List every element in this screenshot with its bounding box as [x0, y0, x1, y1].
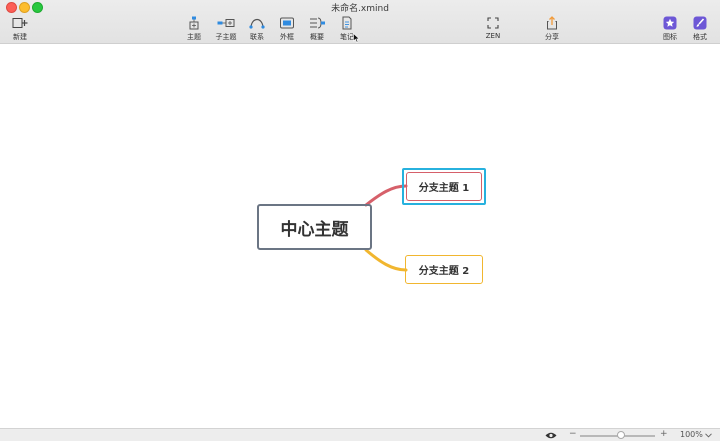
format-button[interactable]: 格式: [684, 16, 716, 42]
fullscreen-icon: [484, 16, 502, 30]
relationship-icon: [248, 16, 266, 30]
zen-button[interactable]: ZEN: [477, 16, 509, 42]
chevron-down-icon[interactable]: [705, 433, 712, 438]
status-bar: − + 100%: [0, 428, 720, 441]
subtopic-1-label: 分支主题 1: [418, 183, 470, 194]
zoom-slider-handle[interactable]: [617, 431, 625, 439]
subtopic-button[interactable]: 子主题: [210, 16, 242, 42]
eye-icon[interactable]: [545, 431, 557, 440]
subtopic-icon: [217, 16, 235, 30]
subtopic-2[interactable]: 分支主题 2: [405, 255, 483, 284]
subtopic-1[interactable]: 分支主题 1: [406, 172, 482, 201]
boundary-button[interactable]: 外框: [271, 16, 303, 42]
new-button[interactable]: 新建: [4, 16, 36, 42]
notes-icon: [338, 16, 356, 30]
zoom-out-button[interactable]: −: [569, 429, 577, 439]
new-sheet-icon: [11, 16, 29, 30]
share-icon: [543, 16, 561, 30]
topic-icon: [185, 16, 203, 30]
boundary-icon: [278, 16, 296, 30]
icons-button[interactable]: 图标: [654, 16, 686, 42]
relationship-button[interactable]: 联系: [241, 16, 273, 42]
summary-button[interactable]: 概要: [301, 16, 333, 42]
topic-button[interactable]: 主题: [178, 16, 210, 42]
mind-map-canvas[interactable]: 中心主题 分支主题 1 分支主题 2: [0, 44, 720, 428]
summary-icon: [308, 16, 326, 30]
central-topic[interactable]: 中心主题: [257, 204, 372, 250]
zoom-level: 100%: [680, 430, 703, 439]
window-toolbar: 未命名.xmind 新建 主题 子主题 联系 外框 概要 笔记 ZEN 分享 图…: [0, 0, 720, 44]
subtopic-2-label: 分支主题 2: [418, 266, 470, 277]
brush-icon: [691, 16, 709, 30]
share-button[interactable]: 分享: [536, 16, 568, 42]
central-topic-label: 中心主题: [280, 219, 349, 240]
zoom-in-button[interactable]: +: [660, 429, 668, 439]
mouse-cursor-icon: [353, 33, 360, 43]
window-title: 未命名.xmind: [331, 4, 389, 14]
branch-line-1: [364, 184, 408, 207]
branch-line-2: [364, 248, 408, 272]
star-icon: [661, 16, 679, 30]
selection-outline: 分支主题 1: [402, 168, 486, 205]
